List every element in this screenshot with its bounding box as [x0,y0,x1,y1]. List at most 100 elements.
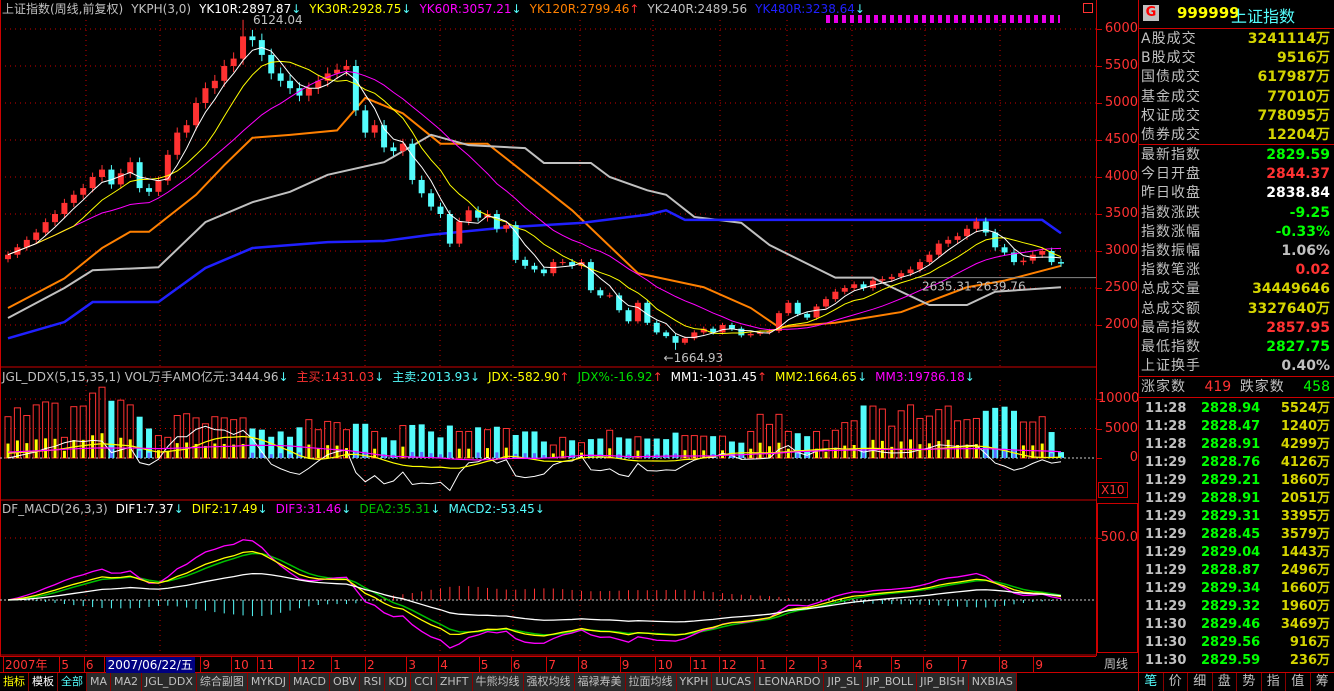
price-tick-label: 5000 [1104,95,1138,110]
detail-tab[interactable]: 筹 [1311,673,1334,691]
tab-强权均线[interactable]: 强权均线 [523,673,575,691]
quote-panel: G 999999 上证指数 A股成交 3241114万 B股成交 9516万 国债成交 6… [1138,0,1334,691]
stat-row: 指数涨幅 -0.33% [1141,223,1330,242]
tick-price: 2828.45 [1201,527,1261,542]
tab-lucas[interactable]: LUCAS [712,673,756,691]
tick-row: 11:29 2829.21 1860万 [1143,472,1330,490]
tab-福禄寿美[interactable]: 福禄寿美 [574,673,626,691]
candle [597,287,604,299]
down-count-label: 跌家数 [1239,379,1285,395]
tab-ykph[interactable]: YKPH [676,673,713,691]
detail-tab[interactable]: 指 [1262,673,1286,691]
tick-row: 11:28 2828.91 4299万 [1143,436,1330,454]
arrow-down-icon: ↓ [469,370,480,384]
tick-price: 2828.94 [1201,401,1261,416]
tab-全部[interactable]: 全部 [58,673,87,691]
tick-time: 11:29 [1145,563,1187,578]
date-divider [59,657,61,672]
tab-指标[interactable]: 指标 [0,673,29,691]
date-label: 9 [202,658,211,672]
candle [183,119,190,138]
tab-jip_bish[interactable]: JIP_BISH [917,673,969,691]
candle [663,330,670,339]
tab-ma[interactable]: MA [87,673,112,691]
axis-tick [1097,399,1102,400]
tab-模板[interactable]: 模板 [29,673,58,691]
price-tick-label: 2500 [1104,280,1138,295]
candle [1001,243,1008,256]
date-divider [298,657,300,672]
indicator-value: 主卖:2013.93↓ [392,370,480,384]
stat-row: 指数笔涨 0.02 [1141,261,1330,280]
ddx-bar [316,448,320,458]
tick-price: 2829.56 [1201,635,1261,650]
tab-mykdj[interactable]: MYKDJ [247,673,291,691]
tick-vol: 3395万 [1280,509,1330,524]
tick-row: 11:30 2829.46 3469万 [1143,616,1330,634]
date-label: 2 [366,658,375,672]
tab-zhft[interactable]: ZHFT [436,673,473,691]
ddx-bar [993,448,997,458]
candle [672,334,679,350]
stat-row: 上证换手 0.40% [1141,357,1330,376]
window-toggle-icon[interactable] [1083,3,1093,13]
tab-jip_boll[interactable]: JIP_BOLL [863,673,918,691]
detail-tab[interactable]: 笔 [1139,673,1164,691]
tick-vol: 1860万 [1280,473,1330,488]
date-label: 8 [580,658,589,672]
date-cursor-label: 2007/06/22/五 [105,657,195,673]
tab-jgl_ddx[interactable]: JGL_DDX [142,673,197,691]
ddx-bar [91,435,95,458]
volume-tick-label: 5000 [1104,420,1138,436]
candle [738,326,745,338]
tab-牛熊均线[interactable]: 牛熊均线 [472,673,524,691]
detail-tab[interactable]: 势 [1237,673,1262,691]
candle [315,74,322,94]
ma-line-yk10r [7,46,1062,338]
tick-time: 11:28 [1145,437,1187,452]
tick-row: 11:29 2828.87 2496万 [1143,562,1330,580]
candle [785,300,792,316]
tab-macd[interactable]: MACD [290,673,331,691]
date-divider [818,657,820,672]
tick-row: 11:29 2829.04 1443万 [1143,544,1330,562]
stat-row: 权证成交 778095万 [1141,107,1330,126]
stat-label: A股成交 [1141,31,1197,47]
tab-cci[interactable]: CCI [411,673,437,691]
detail-tab[interactable]: 价 [1164,673,1188,691]
arrow-down-icon: ↓ [430,502,441,516]
tab-leonardo[interactable]: LEONARDO [755,673,825,691]
detail-tab[interactable]: 细 [1188,673,1213,691]
tick-price: 2828.47 [1201,419,1261,434]
tick-vol: 916万 [1289,635,1330,650]
tab-nxbias[interactable]: NXBIAS [968,673,1017,691]
detail-tab[interactable]: 值 [1286,673,1311,691]
tab-obv[interactable]: OBV [330,673,361,691]
stat-value: 34449646 [1252,281,1330,298]
tick-row: 11:29 2829.31 3395万 [1143,508,1330,526]
kline-chart[interactable]: 6124.04←1664.932635.31-2639.76 [0,0,1096,656]
indicator-value: YKPH(3,0) [131,2,192,16]
tab-综合副图[interactable]: 综合副图 [196,673,248,691]
date-divider [83,657,85,672]
candle [61,198,68,218]
tick-time: 11:29 [1145,581,1187,596]
tab-kdj[interactable]: KDJ [385,673,412,691]
candle [80,183,87,199]
detail-tab[interactable]: 盘 [1213,673,1237,691]
candle [794,300,801,317]
tab-rsi[interactable]: RSI [360,673,386,691]
tick-vol: 3579万 [1280,527,1330,542]
tab-ma2[interactable]: MA2 [111,673,143,691]
detail-tabs: 笔价细盘势指值筹 [1139,672,1334,691]
axis-tick [1097,103,1102,104]
tick-price: 2829.32 [1201,599,1261,614]
indicator-value: JDX%:-16.92↑ [577,370,663,384]
up-count-label: 涨家数 [1141,379,1186,395]
tab-拉面均线[interactable]: 拉面均线 [625,673,677,691]
tick-vol: 3469万 [1280,617,1330,632]
stat-row: 指数振幅 1.06% [1141,242,1330,261]
date-divider [103,657,105,672]
date-label: 6 [512,658,521,672]
tab-jip_sl[interactable]: JIP_SL [824,673,864,691]
